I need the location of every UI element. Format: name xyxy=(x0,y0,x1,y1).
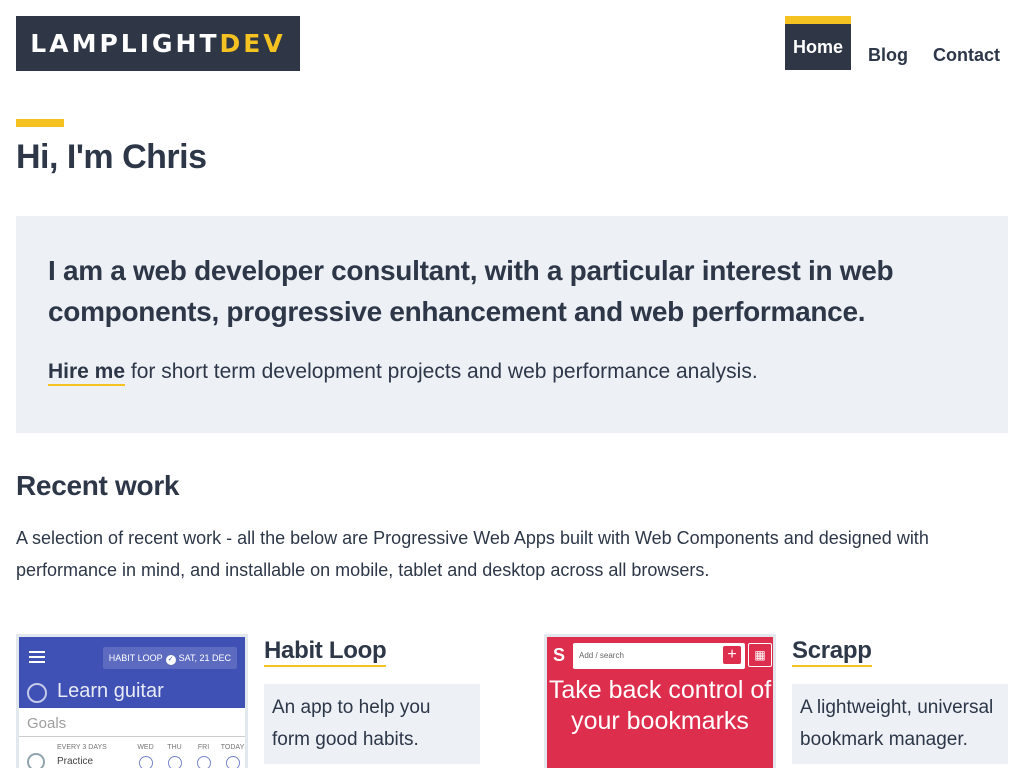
project-title-scrapp[interactable]: Scrapp xyxy=(792,637,872,667)
title-accent-bar xyxy=(16,119,64,127)
scrapp-logo-icon: S xyxy=(552,645,565,665)
hl-day: THU xyxy=(160,744,189,768)
project-title-habit-loop[interactable]: Habit Loop xyxy=(264,637,387,667)
intro-lead: I am a web developer consultant, with a … xyxy=(48,255,894,327)
hl-input-text: Learn guitar xyxy=(57,680,164,702)
logo-accent: DEV xyxy=(219,29,286,58)
day-circle-icon xyxy=(138,756,153,768)
plus-icon: + xyxy=(723,646,741,664)
intro-box: I am a web developer consultant, with a … xyxy=(16,216,1008,433)
hamburger-icon xyxy=(29,651,45,663)
hl-goals-label: Goals xyxy=(19,711,245,737)
project-description-habit-loop: An app to help you form good habits. xyxy=(264,684,480,764)
hl-days: WED THU FRI TODAY xyxy=(131,744,245,768)
intro-hire: Hire me for short term development proje… xyxy=(48,360,976,386)
habit-loop-thumbnail[interactable]: HABIT LOOP ✓ SAT, 21 DEC Learn guitar Goal… xyxy=(16,634,248,768)
nav-blog[interactable]: Blog xyxy=(860,16,916,70)
hl-day: WED xyxy=(131,744,160,768)
hire-text: for short term development projects and … xyxy=(125,360,758,383)
hl-row-radio-icon xyxy=(27,753,45,768)
hl-day: FRI xyxy=(189,744,218,768)
recent-work-description: A selection of recent work - all the bel… xyxy=(16,528,929,580)
main-nav: Home Blog Contact xyxy=(776,16,1008,70)
project-description-scrapp: A lightweight, universal bookmark manage… xyxy=(792,684,1008,764)
hl-day: TODAY xyxy=(218,744,245,768)
project-card-habit-loop: HABIT LOOP ✓ SAT, 21 DEC Learn guitar Goal… xyxy=(16,634,480,768)
day-circle-icon xyxy=(167,756,182,768)
site-logo[interactable]: LAMPLIGHTDEV xyxy=(16,16,300,71)
scrapp-background: S Add / search + ▦ Take back control of … xyxy=(547,637,773,768)
logo-text: LAMPLIGHTDEV xyxy=(30,29,285,58)
hl-habit-row: EVERY 3 DAYS Practice WED THU FRI TODAY xyxy=(19,739,245,768)
hire-me-link[interactable]: Hire me xyxy=(48,360,126,386)
qr-code-icon: ▦ xyxy=(748,643,772,667)
day-circle-icon xyxy=(225,756,240,768)
nav-contact[interactable]: Contact xyxy=(925,16,1008,70)
recent-work-title: Recent work xyxy=(16,470,180,501)
hl-app-bar: HABIT LOOP ✓ SAT, 21 DEC Learn guitar xyxy=(19,637,245,708)
check-icon: ✓ xyxy=(165,655,176,665)
hl-frequency: EVERY 3 DAYS xyxy=(57,744,107,751)
nav-home[interactable]: Home xyxy=(784,16,851,70)
page-title: Hi, I'm Chris xyxy=(16,138,207,176)
hl-task-name: Practice xyxy=(57,756,94,767)
scrapp-thumbnail[interactable]: S Add / search + ▦ Take back control of … xyxy=(544,634,776,768)
scrapp-search: Add / search xyxy=(573,643,745,669)
hl-badge: HABIT LOOP ✓ SAT, 21 DEC xyxy=(102,647,237,669)
day-circle-icon xyxy=(196,756,211,768)
scrapp-tagline: Take back control of your bookmarks xyxy=(548,676,772,735)
project-card-scrapp: S Add / search + ▦ Take back control of … xyxy=(544,634,1008,768)
hl-radio-icon xyxy=(27,683,47,703)
logo-main: LAMPLIGHT xyxy=(30,29,220,58)
